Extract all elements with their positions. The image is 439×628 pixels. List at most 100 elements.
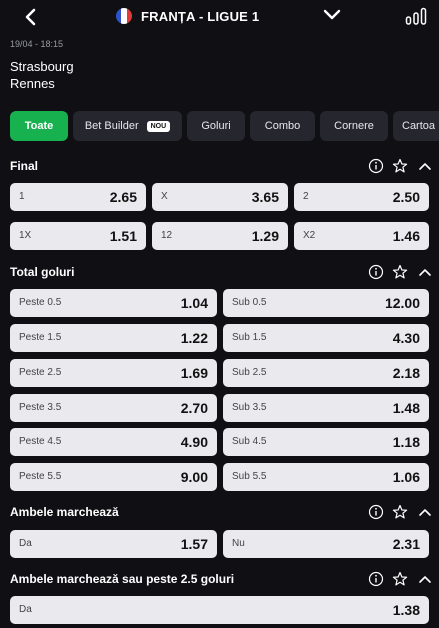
tab-label: Toate xyxy=(24,120,54,132)
section-title-total-goals: Total goluri xyxy=(10,265,75,279)
section-title-btts: Ambele marchează xyxy=(10,505,119,519)
section-actions-btts-or-over xyxy=(368,571,434,587)
tab-goluri[interactable]: Goluri xyxy=(187,111,245,141)
star-icon[interactable] xyxy=(392,504,408,520)
odd-button-under-4-5[interactable]: Sub 4.5 1.18 xyxy=(223,428,429,456)
odd-label: Da xyxy=(19,604,32,615)
tab-label: Goluri xyxy=(201,120,231,132)
stats-icon[interactable] xyxy=(405,7,427,25)
odd-value: 4.90 xyxy=(180,434,208,450)
odd-value: 4.30 xyxy=(392,330,420,346)
odd-label: 1 xyxy=(19,191,25,202)
tab-label: Cornere xyxy=(334,120,374,132)
home-team: Strasbourg xyxy=(10,59,74,74)
new-badge: NOU xyxy=(146,120,171,132)
odd-value: 9.00 xyxy=(180,469,208,485)
tab-label: Bet Builder xyxy=(84,120,139,132)
odd-button-over-3-5[interactable]: Peste 3.5 2.70 xyxy=(10,394,217,422)
odd-value: 2.31 xyxy=(392,536,420,552)
odd-label: X2 xyxy=(303,230,316,241)
odd-value: 1.51 xyxy=(109,228,137,244)
odd-label: Sub 4.5 xyxy=(232,436,267,447)
odd-value: 2.70 xyxy=(180,400,208,416)
odd-button-1x[interactable]: 1X 1.51 xyxy=(10,222,146,250)
odd-button-btts-or-over-yes[interactable]: Da 1.38 xyxy=(10,596,429,624)
odd-label: X xyxy=(161,191,168,202)
info-icon[interactable] xyxy=(368,264,384,280)
section-actions-total-goals xyxy=(368,264,434,280)
star-icon[interactable] xyxy=(392,158,408,174)
odd-value: 1.69 xyxy=(180,365,208,381)
odd-label: Sub 5.5 xyxy=(232,471,267,482)
chevron-down-icon[interactable] xyxy=(323,8,341,22)
info-icon[interactable] xyxy=(368,158,384,174)
odd-label: Sub 1.5 xyxy=(232,332,267,343)
odd-button-over-0-5[interactable]: Peste 0.5 1.04 xyxy=(10,289,217,317)
tab-cartonase[interactable]: Cartoa xyxy=(393,111,439,141)
section-actions-final xyxy=(368,158,434,174)
odd-button-2[interactable]: 2 2.50 xyxy=(294,183,429,211)
odd-button-under-5-5[interactable]: Sub 5.5 1.06 xyxy=(223,463,429,491)
odd-button-under-1-5[interactable]: Sub 1.5 4.30 xyxy=(223,324,429,352)
france-flag-icon xyxy=(116,8,132,24)
odd-value: 1.04 xyxy=(180,295,208,311)
odd-button-over-2-5[interactable]: Peste 2.5 1.69 xyxy=(10,359,217,387)
section-title-btts-or-over: Ambele marchează sau peste 2.5 goluri xyxy=(10,572,235,586)
match-datetime: 19/04 - 18:15 xyxy=(10,39,64,49)
odd-button-x2[interactable]: X2 1.46 xyxy=(294,222,429,250)
odd-label: 2 xyxy=(303,191,309,202)
odd-button-over-1-5[interactable]: Peste 1.5 1.22 xyxy=(10,324,217,352)
odd-button-12[interactable]: 12 1.29 xyxy=(152,222,288,250)
odd-label: Sub 0.5 xyxy=(232,297,267,308)
odd-label: Peste 5.5 xyxy=(19,471,62,482)
odd-value: 1.38 xyxy=(392,602,420,618)
top-bar: FRANȚA - LIGUE 1 xyxy=(0,0,439,34)
tab-combo[interactable]: Combo xyxy=(250,111,315,141)
odd-value: 2.65 xyxy=(109,189,137,205)
info-icon[interactable] xyxy=(368,504,384,520)
odd-value: 3.65 xyxy=(251,189,279,205)
section-title-final: Final xyxy=(10,159,39,173)
odd-button-under-0-5[interactable]: Sub 0.5 12.00 xyxy=(223,289,429,317)
competition-title[interactable]: FRANȚA - LIGUE 1 xyxy=(141,9,259,24)
odd-value: 1.46 xyxy=(392,228,420,244)
odd-label: Peste 4.5 xyxy=(19,436,62,447)
chevron-up-icon[interactable] xyxy=(417,504,433,520)
away-team: Rennes xyxy=(10,76,55,91)
odd-button-over-5-5[interactable]: Peste 5.5 9.00 xyxy=(10,463,217,491)
odd-label: 1X xyxy=(19,230,32,241)
odd-button-btts-no[interactable]: Nu 2.31 xyxy=(223,530,429,558)
odd-button-1[interactable]: 1 2.65 xyxy=(10,183,146,211)
tab-toate[interactable]: Toate xyxy=(10,111,68,141)
odd-label: Peste 0.5 xyxy=(19,297,62,308)
back-arrow-icon[interactable] xyxy=(22,7,40,27)
info-icon[interactable] xyxy=(368,571,384,587)
tab-cornere[interactable]: Cornere xyxy=(320,111,388,141)
odd-button-over-4-5[interactable]: Peste 4.5 4.90 xyxy=(10,428,217,456)
odd-button-under-3-5[interactable]: Sub 3.5 1.48 xyxy=(223,394,429,422)
odd-label: Sub 2.5 xyxy=(232,367,267,378)
section-actions-btts xyxy=(368,504,434,520)
chevron-up-icon[interactable] xyxy=(417,264,433,280)
odd-button-under-2-5[interactable]: Sub 2.5 2.18 xyxy=(223,359,429,387)
odd-value: 1.57 xyxy=(180,536,208,552)
market-tabs: Toate Bet Builder NOU Goluri Combo Corne… xyxy=(0,111,439,141)
star-icon[interactable] xyxy=(392,571,408,587)
odd-value: 1.22 xyxy=(180,330,208,346)
chevron-up-icon[interactable] xyxy=(417,158,433,174)
odd-value: 1.06 xyxy=(392,469,420,485)
star-icon[interactable] xyxy=(392,264,408,280)
tab-label: Combo xyxy=(264,120,301,132)
odd-label: Peste 3.5 xyxy=(19,402,62,413)
tab-label: Cartoa xyxy=(402,120,436,132)
tab-bet-builder[interactable]: Bet Builder NOU xyxy=(73,111,182,141)
chevron-up-icon[interactable] xyxy=(417,571,433,587)
odd-value: 12.00 xyxy=(384,295,420,311)
odd-value: 2.18 xyxy=(392,365,420,381)
odd-button-btts-yes[interactable]: Da 1.57 xyxy=(10,530,217,558)
odd-label: Peste 1.5 xyxy=(19,332,62,343)
odd-label: Da xyxy=(19,538,32,549)
odd-label: Nu xyxy=(232,538,245,549)
odd-label: 12 xyxy=(161,230,173,241)
odd-button-x[interactable]: X 3.65 xyxy=(152,183,288,211)
